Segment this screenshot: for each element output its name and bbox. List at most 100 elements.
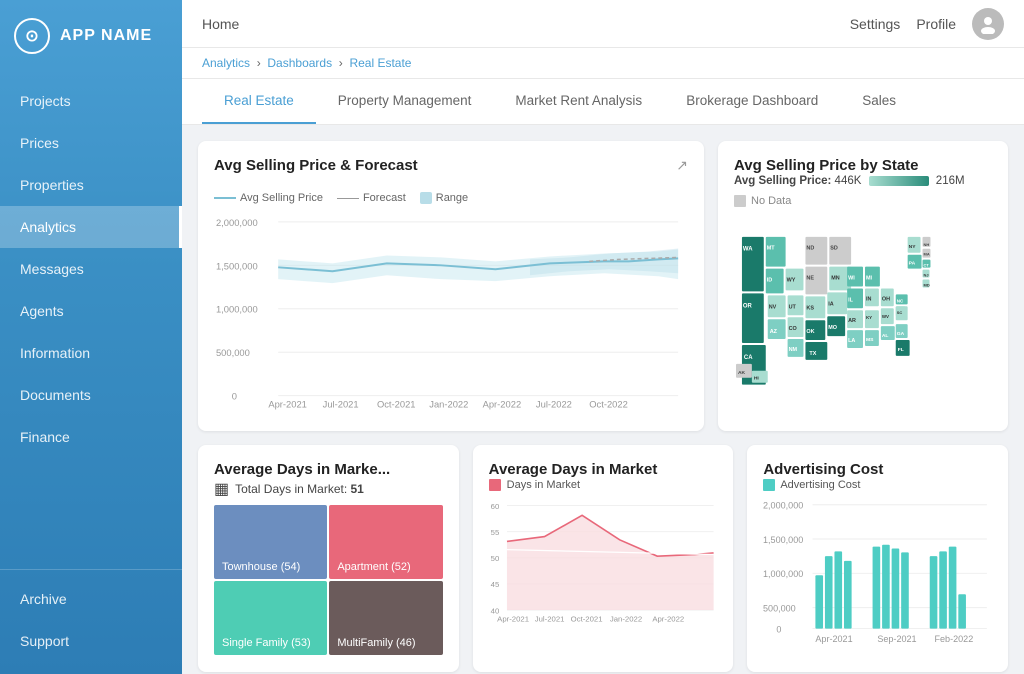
svg-text:AK: AK (738, 370, 746, 376)
avg-selling-by-state-card: Avg Selling Price by State Avg Selling P… (718, 141, 1008, 431)
svg-text:Apr-2021: Apr-2021 (816, 633, 853, 643)
svg-text:Apr-2022: Apr-2022 (483, 400, 522, 410)
tab-sales[interactable]: Sales (840, 79, 918, 124)
row-2: Average Days in Marke... ▦ Total Days in… (198, 445, 1008, 672)
adv-legend: Advertising Cost (763, 479, 992, 491)
breadcrumb-dashboards[interactable]: Dashboards (267, 56, 332, 70)
sidebar-item-agents[interactable]: Agents (0, 290, 182, 332)
days-legend: Days in Market (489, 479, 718, 491)
svg-text:FL: FL (898, 347, 904, 353)
sidebar-item-archive[interactable]: Archive (0, 578, 182, 620)
svg-text:OR: OR (743, 303, 753, 309)
svg-text:Jan-2022: Jan-2022 (610, 614, 642, 623)
map-title: Avg Selling Price by State (734, 157, 919, 174)
svg-text:500,000: 500,000 (763, 603, 796, 613)
svg-text:2,000,000: 2,000,000 (216, 218, 258, 228)
svg-text:KS: KS (806, 305, 814, 311)
advertising-cost-card: Advertising Cost Advertising Cost 2,000,… (747, 445, 1008, 672)
app-logo: ⊙ APP NAME (0, 0, 182, 72)
expand-icon[interactable]: ↗ (676, 157, 688, 174)
svg-text:IN: IN (866, 296, 872, 302)
svg-text:Jul-2022: Jul-2022 (536, 400, 572, 410)
svg-text:CO: CO (789, 326, 797, 332)
svg-text:Jul-2021: Jul-2021 (323, 400, 359, 410)
svg-text:CA: CA (744, 355, 753, 361)
legend-avg-selling: Avg Selling Price (214, 192, 323, 204)
treemap-multifamily: MultiFamily (46) (329, 581, 442, 655)
avg-days-line-card: Average Days in Market Days in Market 60… (473, 445, 734, 672)
app-name: APP NAME (60, 27, 152, 45)
avg-days-line-svg: 60 55 50 45 40 (489, 499, 718, 630)
svg-text:MO: MO (828, 325, 837, 331)
svg-text:ND: ND (806, 246, 814, 252)
sidebar-bottom: Archive Support (0, 569, 182, 674)
main-content: Home Settings Profile Analytics › Dashbo… (182, 0, 1024, 674)
logo-icon: ⊙ (14, 18, 50, 54)
sidebar-item-messages[interactable]: Messages (0, 248, 182, 290)
treemap-single-family: Single Family (53) (214, 581, 327, 655)
svg-text:MA: MA (924, 252, 930, 257)
sidebar-item-documents[interactable]: Documents (0, 374, 182, 416)
svg-text:NE: NE (806, 276, 814, 282)
topnav-profile[interactable]: Profile (916, 16, 956, 32)
us-map-svg: WA OR CA MT ID WY NV UT (734, 217, 992, 391)
avatar[interactable] (972, 8, 1004, 40)
svg-text:HI: HI (754, 376, 760, 382)
tab-brokerage[interactable]: Brokerage Dashboard (664, 79, 840, 124)
treemap-apartment: Apartment (52) (329, 505, 442, 579)
avg-days-line-title: Average Days in Market (489, 461, 658, 478)
svg-text:NJ: NJ (924, 273, 929, 278)
topnav-home[interactable]: Home (202, 16, 239, 32)
svg-text:PA: PA (909, 261, 916, 267)
adv-cost-title: Advertising Cost (763, 461, 883, 478)
breadcrumb-current: Real Estate (349, 56, 411, 70)
svg-text:KY: KY (866, 315, 872, 320)
tab-market-rent[interactable]: Market Rent Analysis (493, 79, 664, 124)
sidebar-item-prices[interactable]: Prices (0, 122, 182, 164)
sidebar-item-projects[interactable]: Projects (0, 80, 182, 122)
svg-text:MS: MS (866, 337, 874, 343)
sidebar-nav: Projects Prices Properties Analytics Mes… (0, 72, 182, 569)
svg-text:1,000,000: 1,000,000 (763, 569, 803, 579)
svg-text:AR: AR (848, 318, 856, 324)
tab-real-estate[interactable]: Real Estate (202, 79, 316, 124)
svg-text:Apr-2022: Apr-2022 (652, 614, 684, 623)
selling-price-chart-svg: 2,000,000 1,500,000 1,000,000 500,000 0 (214, 212, 688, 410)
topnav-left: Home (202, 16, 239, 32)
svg-text:Apr-2021: Apr-2021 (497, 614, 529, 623)
svg-text:50: 50 (490, 554, 499, 563)
svg-text:GA: GA (897, 331, 905, 337)
tab-property-management[interactable]: Property Management (316, 79, 494, 124)
svg-text:MD: MD (924, 282, 930, 287)
svg-text:1,500,000: 1,500,000 (216, 261, 258, 271)
svg-text:OH: OH (882, 296, 890, 302)
avg-selling-price-card: Avg Selling Price & Forecast ↗ Avg Selli… (198, 141, 704, 431)
dashboard-content: Avg Selling Price & Forecast ↗ Avg Selli… (182, 125, 1024, 674)
legend-range: Range (420, 192, 468, 204)
svg-text:Oct-2022: Oct-2022 (589, 400, 628, 410)
svg-text:WI: WI (848, 276, 855, 282)
svg-text:AL: AL (882, 333, 889, 339)
sidebar-item-finance[interactable]: Finance (0, 416, 182, 458)
svg-text:NC: NC (897, 298, 904, 303)
svg-text:TX: TX (809, 351, 816, 357)
chart-header: Avg Selling Price & Forecast ↗ (214, 157, 688, 184)
svg-text:LA: LA (848, 338, 855, 344)
svg-text:MI: MI (866, 276, 873, 282)
svg-text:WV: WV (882, 314, 889, 319)
breadcrumb-analytics[interactable]: Analytics (202, 56, 250, 70)
svg-text:1,500,000: 1,500,000 (763, 534, 803, 544)
sidebar-item-information[interactable]: Information (0, 332, 182, 374)
svg-text:SC: SC (897, 310, 903, 315)
sidebar-item-properties[interactable]: Properties (0, 164, 182, 206)
svg-text:WY: WY (787, 277, 796, 283)
sidebar-item-analytics[interactable]: Analytics (0, 206, 182, 248)
adv-cost-chart-svg: 2,000,000 1,500,000 1,000,000 500,000 0 (763, 499, 992, 651)
svg-text:WA: WA (743, 247, 753, 253)
svg-text:60: 60 (490, 501, 499, 510)
svg-text:SD: SD (830, 246, 838, 252)
topnav-settings[interactable]: Settings (850, 16, 901, 32)
svg-text:1,000,000: 1,000,000 (216, 305, 258, 315)
svg-text:MT: MT (767, 246, 776, 252)
sidebar-item-support[interactable]: Support (0, 620, 182, 662)
